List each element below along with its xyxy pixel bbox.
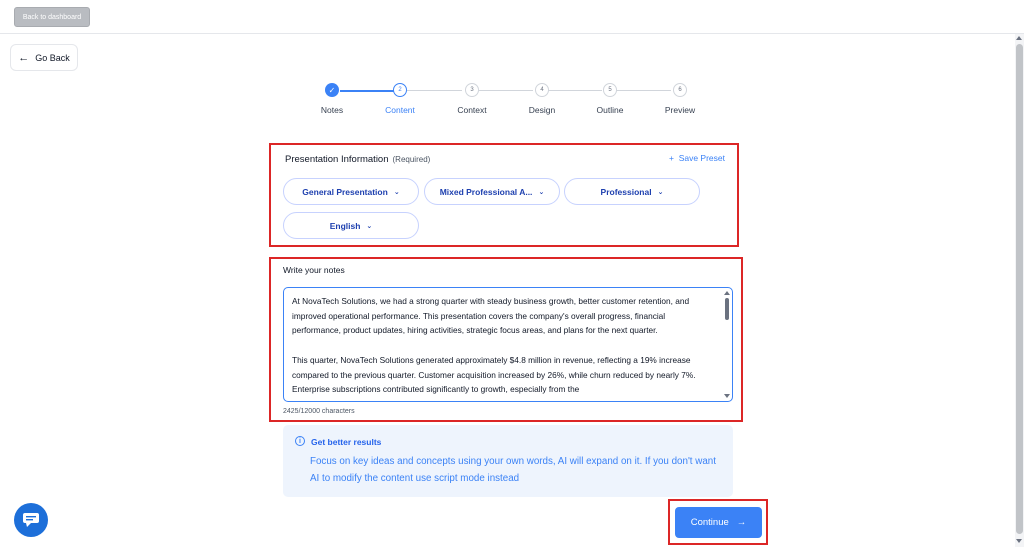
scroll-up-arrow-icon[interactable] xyxy=(1016,36,1022,40)
arrow-left-icon: ← xyxy=(18,51,30,64)
arrow-right-icon: → xyxy=(736,517,747,528)
select-value: General Presentation xyxy=(302,186,388,197)
step-number: 3 xyxy=(465,83,479,97)
select-value: English xyxy=(329,220,361,231)
tip-title: Get better results xyxy=(311,437,382,447)
presentation-info-title: Presentation Information (Required) xyxy=(285,154,430,165)
continue-button[interactable]: Continue → xyxy=(675,507,762,538)
step-design[interactable]: 4 Design xyxy=(512,83,572,115)
notes-scrollbar[interactable] xyxy=(724,291,730,398)
select-value: Mixed Professional A... xyxy=(439,186,533,197)
go-back-button[interactable]: ← Go Back xyxy=(10,44,78,71)
info-icon: i xyxy=(295,436,305,446)
go-back-label: Go Back xyxy=(35,52,70,63)
back-to-dashboard-button[interactable]: Back to dashboard xyxy=(14,7,90,27)
section-title: Presentation Information xyxy=(285,154,389,165)
audience-select[interactable]: Mixed Professional A... ⌄ xyxy=(424,178,560,205)
top-bar: Back to dashboard xyxy=(0,0,1024,34)
step-label: Design xyxy=(528,105,556,115)
chevron-down-icon: ⌄ xyxy=(657,188,664,196)
step-preview[interactable]: 6 Preview xyxy=(650,83,710,115)
scroll-up-arrow-icon[interactable] xyxy=(724,291,730,295)
plus-icon: + xyxy=(668,153,674,163)
step-content[interactable]: 2 Content xyxy=(370,83,430,115)
language-select[interactable]: English ⌄ xyxy=(283,212,419,239)
save-preset-label: Save Preset xyxy=(678,153,725,163)
step-number: 6 xyxy=(673,83,687,97)
chevron-down-icon: ⌄ xyxy=(538,188,545,196)
step-number: 5 xyxy=(603,83,617,97)
scroll-down-arrow-icon[interactable] xyxy=(1016,539,1022,543)
notes-label: Write your notes xyxy=(283,265,345,275)
step-number: 4 xyxy=(535,83,549,97)
notes-paragraph: At NovaTech Solutions, we had a strong q… xyxy=(292,296,690,336)
chevron-down-icon: ⌄ xyxy=(366,222,373,230)
step-label: Preview xyxy=(664,105,696,115)
tip-card: i Get better results Focus on key ideas … xyxy=(283,425,733,497)
character-count: 2425/12000 characters xyxy=(283,408,355,415)
select-value: Professional xyxy=(600,186,652,197)
step-label: Content xyxy=(385,105,415,115)
notes-paragraph: This quarter, NovaTech Solutions generat… xyxy=(292,354,696,395)
presentation-info-section: Presentation Information (Required) + Sav… xyxy=(269,143,739,247)
chat-icon xyxy=(23,513,39,527)
scroll-down-arrow-icon[interactable] xyxy=(724,394,730,398)
tone-select[interactable]: Professional ⌄ xyxy=(564,178,700,205)
presentation-type-select[interactable]: General Presentation ⌄ xyxy=(283,178,419,205)
continue-label: Continue xyxy=(690,517,729,528)
step-notes[interactable]: ✓ Notes xyxy=(302,83,362,115)
save-preset-button[interactable]: + Save Preset xyxy=(669,153,725,163)
step-context[interactable]: 3 Context xyxy=(442,83,502,115)
tip-body: Focus on key ideas and concepts using yo… xyxy=(310,456,716,484)
progress-stepper: ✓ Notes 2 Content 3 Context 4 Design 5 O… xyxy=(310,83,710,119)
notes-textarea[interactable]: At NovaTech Solutions, we had a strong q… xyxy=(283,287,733,402)
notes-scroll-thumb[interactable] xyxy=(725,298,729,320)
step-label: Context xyxy=(457,105,487,115)
chevron-down-icon: ⌄ xyxy=(393,188,400,196)
step-outline[interactable]: 5 Outline xyxy=(580,83,640,115)
chat-support-button[interactable] xyxy=(14,503,48,537)
page-scroll-thumb[interactable] xyxy=(1016,44,1023,534)
step-number: 2 xyxy=(393,83,407,97)
step-label: Outline xyxy=(596,105,624,115)
check-icon: ✓ xyxy=(325,83,339,97)
step-label: Notes xyxy=(320,105,344,115)
required-label: (Required) xyxy=(392,155,431,164)
